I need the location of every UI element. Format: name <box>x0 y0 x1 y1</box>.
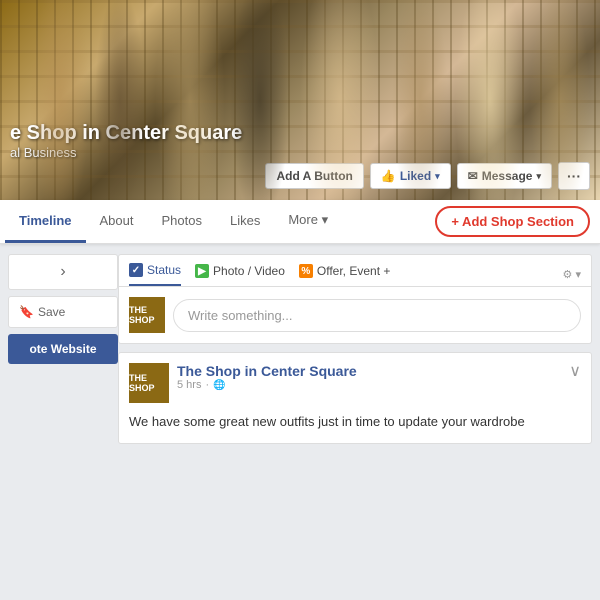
post-type-tabs: ✓ Status ▶ Photo / Video % Offer, Event … <box>119 255 591 287</box>
tab-more[interactable]: More ▾ <box>274 200 342 243</box>
message-caret-icon: ▾ <box>536 171 541 182</box>
liked-caret-icon: ▾ <box>435 171 440 182</box>
save-button[interactable]: 🔖 Save <box>8 296 118 328</box>
sidebar-expand-button[interactable]: › <box>8 254 118 290</box>
feed-post-page-name[interactable]: The Shop in Center Square <box>177 363 581 379</box>
left-sidebar: › 🔖 Save ote Website <box>8 254 118 444</box>
page-name: e Shop in Center Square <box>10 121 242 145</box>
feed-post-inner: THE SHOP The Shop in Center Square 5 hrs… <box>119 353 591 443</box>
cover-photo: e Shop in Center Square al Business Add … <box>0 0 600 200</box>
photo-video-tab[interactable]: ▶ Photo / Video <box>195 264 285 285</box>
feed-post-meta: The Shop in Center Square 5 hrs · 🌐 <box>177 363 581 391</box>
privacy-globe-icon: 🌐 <box>213 380 225 391</box>
photo-icon: ▶ <box>195 264 209 278</box>
composer-avatar: THE SHOP <box>129 297 165 333</box>
collapse-post-button[interactable]: ∨ <box>569 361 581 381</box>
feed-post-avatar: THE SHOP <box>129 363 169 403</box>
promote-website-button[interactable]: ote Website <box>8 334 118 364</box>
offer-event-tab[interactable]: % Offer, Event + <box>299 264 391 285</box>
separator: · <box>205 379 209 391</box>
more-options-button[interactable]: ··· <box>558 162 590 190</box>
message-button[interactable]: ✉ Message ▾ <box>457 163 552 189</box>
cover-actions: Add A Button 👍 Liked ▾ ✉ Message ▾ ··· <box>265 162 590 190</box>
tab-photos[interactable]: Photos <box>148 201 216 243</box>
status-tab[interactable]: ✓ Status <box>129 263 181 286</box>
main-content: › 🔖 Save ote Website ✓ Status ▶ Photo / … <box>0 244 600 454</box>
nav-tabs: Timeline About Photos Likes More ▾ + Add… <box>0 200 600 244</box>
right-arrow-icon: › <box>60 263 65 281</box>
liked-button[interactable]: 👍 Liked ▾ <box>370 163 451 189</box>
page-title-overlay: e Shop in Center Square al Business <box>10 121 242 160</box>
tab-timeline[interactable]: Timeline <box>5 201 86 243</box>
write-something-input[interactable]: Write something... <box>173 299 581 332</box>
tab-likes[interactable]: Likes <box>216 201 274 243</box>
post-options-icon[interactable]: ⚙ ▾ <box>563 268 581 281</box>
post-write-area: THE SHOP Write something... <box>119 287 591 343</box>
page-type: al Business <box>10 145 242 160</box>
feed-post-header: THE SHOP The Shop in Center Square 5 hrs… <box>119 353 591 409</box>
status-icon: ✓ <box>129 263 143 277</box>
add-shop-section-button[interactable]: + Add Shop Section <box>435 206 590 237</box>
offer-icon: % <box>299 264 313 278</box>
feed-post-body: We have some great new outfits just in t… <box>119 409 591 443</box>
bookmark-icon: 🔖 <box>19 305 34 319</box>
feed-post: THE SHOP The Shop in Center Square 5 hrs… <box>118 352 592 444</box>
feed-post-time: 5 hrs · 🌐 <box>177 379 581 391</box>
add-button[interactable]: Add A Button <box>265 163 363 189</box>
more-caret-icon: ▾ <box>322 212 329 227</box>
right-feed: ✓ Status ▶ Photo / Video % Offer, Event … <box>118 254 592 444</box>
thumbs-up-icon: 👍 <box>381 169 396 183</box>
tab-about[interactable]: About <box>86 201 148 243</box>
message-icon: ✉ <box>468 169 478 183</box>
post-composer: ✓ Status ▶ Photo / Video % Offer, Event … <box>118 254 592 344</box>
